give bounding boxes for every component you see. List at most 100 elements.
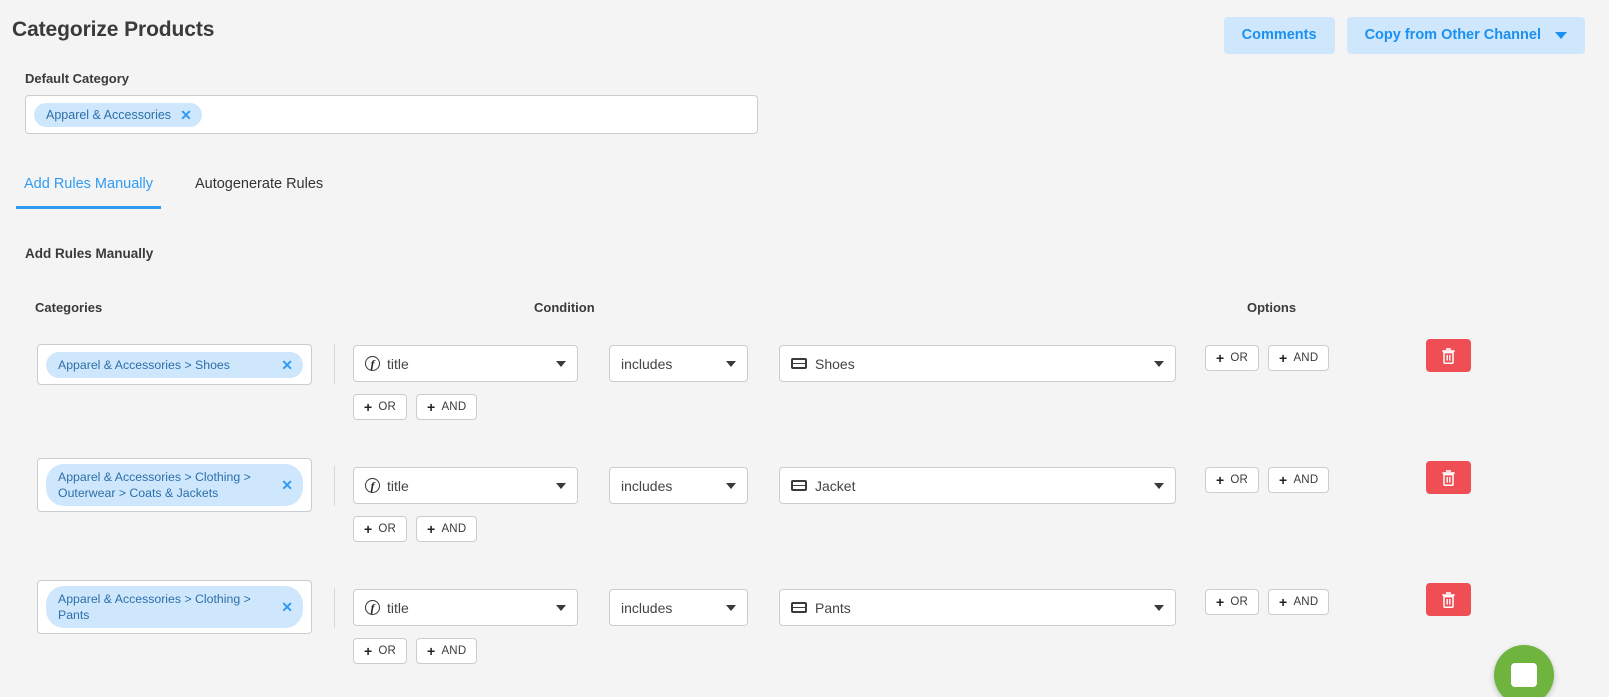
delete-rule-button[interactable] — [1426, 583, 1471, 616]
chat-launcher-button[interactable] — [1494, 645, 1554, 697]
rule-value-select[interactable]: Jacket — [779, 467, 1176, 504]
keyboard-icon — [791, 358, 807, 369]
trash-icon — [1442, 592, 1455, 608]
rule-category-chip[interactable]: Apparel & Accessories > Shoes ✕ — [46, 351, 303, 378]
plus-icon: + — [427, 521, 436, 537]
comments-button[interactable]: Comments — [1223, 17, 1335, 54]
column-divider — [334, 588, 335, 628]
rule-field-select[interactable]: f title — [353, 589, 578, 626]
column-header-condition: Condition — [534, 300, 595, 315]
rule-field-select[interactable]: f title — [353, 467, 578, 504]
table-row: Apparel & Accessories > Shoes ✕ f title … — [0, 336, 1609, 458]
close-icon[interactable]: ✕ — [281, 358, 293, 372]
chevron-down-icon — [556, 360, 566, 367]
column-divider — [334, 466, 335, 506]
chevron-down-icon — [1154, 360, 1164, 367]
add-or-button[interactable]: + OR — [353, 638, 408, 664]
rule-value-text: Shoes — [815, 355, 855, 372]
add-or-button[interactable]: + OR — [1205, 589, 1260, 615]
column-header-options: Options — [1247, 300, 1297, 315]
rule-operator-select[interactable]: includes — [609, 589, 748, 626]
add-or-label: OR — [1230, 352, 1249, 364]
chevron-down-icon — [556, 482, 566, 489]
table-row: Apparel & Accessories > Clothing > Pants… — [0, 580, 1609, 697]
tab-autogenerate-rules[interactable]: Autogenerate Rules — [187, 176, 331, 209]
rule-operator-value: includes — [621, 477, 673, 494]
keyboard-icon — [791, 480, 807, 491]
function-icon: f — [365, 600, 380, 615]
add-and-button[interactable]: + AND — [416, 516, 478, 542]
default-category-chip-label: Apparel & Accessories — [46, 107, 172, 122]
add-or-label: OR — [1230, 474, 1249, 486]
add-and-label: AND — [1293, 352, 1319, 364]
chat-bubble-icon — [1511, 663, 1537, 687]
keyboard-icon — [791, 602, 807, 613]
default-category-chip[interactable]: Apparel & Accessories ✕ — [34, 102, 202, 127]
rule-category-input[interactable]: Apparel & Accessories > Clothing > Outer… — [37, 458, 312, 512]
plus-icon: + — [427, 399, 436, 415]
add-or-label: OR — [378, 401, 397, 413]
add-or-button[interactable]: + OR — [1205, 467, 1260, 493]
trash-icon — [1442, 348, 1455, 364]
add-or-button[interactable]: + OR — [353, 394, 408, 420]
page-title: Categorize Products — [12, 18, 215, 41]
plus-icon: + — [364, 399, 373, 415]
add-and-button[interactable]: + AND — [1268, 345, 1330, 371]
add-and-button[interactable]: + AND — [1268, 589, 1330, 615]
comments-button-label: Comments — [1241, 27, 1317, 43]
add-and-button[interactable]: + AND — [416, 638, 478, 664]
rule-options-buttons: + OR + AND — [1205, 589, 1330, 615]
plus-icon: + — [364, 643, 373, 659]
table-row: Apparel & Accessories > Clothing > Outer… — [0, 458, 1609, 580]
chevron-down-icon — [1154, 604, 1164, 611]
add-or-button[interactable]: + OR — [353, 516, 408, 542]
plus-icon: + — [1279, 350, 1288, 366]
chevron-down-icon — [726, 482, 736, 489]
default-category-input[interactable]: Apparel & Accessories ✕ — [25, 95, 758, 134]
rule-category-chip[interactable]: Apparel & Accessories > Clothing > Pants… — [46, 586, 303, 628]
plus-icon: + — [427, 643, 436, 659]
tab-add-rules-manually[interactable]: Add Rules Manually — [16, 176, 161, 209]
add-or-button[interactable]: + OR — [1205, 345, 1260, 371]
add-and-button[interactable]: + AND — [1268, 467, 1330, 493]
rule-field-select[interactable]: f title — [353, 345, 578, 382]
plus-icon: + — [1279, 594, 1288, 610]
function-icon: f — [365, 478, 380, 493]
rule-operator-value: includes — [621, 599, 673, 616]
rule-value-select[interactable]: Shoes — [779, 345, 1176, 382]
rule-condition-add-buttons: + OR + AND — [353, 394, 478, 420]
add-or-label: OR — [378, 523, 397, 535]
rule-field-value: title — [387, 477, 409, 494]
copy-from-other-channel-label: Copy from Other Channel — [1364, 27, 1541, 43]
default-category-label: Default Category — [25, 71, 130, 86]
rule-category-chip-label: Apparel & Accessories > Clothing > Outer… — [58, 470, 251, 500]
close-icon[interactable]: ✕ — [180, 108, 192, 122]
add-and-label: AND — [1293, 474, 1319, 486]
rule-category-chip-label: Apparel & Accessories > Clothing > Pants — [58, 592, 251, 622]
delete-rule-button[interactable] — [1426, 339, 1471, 372]
rule-operator-select[interactable]: includes — [609, 345, 748, 382]
chevron-down-icon — [556, 604, 566, 611]
rule-value-select[interactable]: Pants — [779, 589, 1176, 626]
rule-category-chip[interactable]: Apparel & Accessories > Clothing > Outer… — [46, 464, 303, 506]
trash-icon — [1442, 470, 1455, 486]
add-and-button[interactable]: + AND — [416, 394, 478, 420]
close-icon[interactable]: ✕ — [281, 600, 293, 614]
rule-value-text: Jacket — [815, 477, 856, 494]
plus-icon: + — [1216, 472, 1225, 488]
close-icon[interactable]: ✕ — [281, 478, 293, 492]
add-and-label: AND — [441, 401, 467, 413]
rule-condition-add-buttons: + OR + AND — [353, 516, 478, 542]
rule-field-value: title — [387, 355, 409, 372]
categorize-products-page: Categorize Products Comments Copy from O… — [0, 0, 1609, 697]
add-or-label: OR — [1230, 596, 1249, 608]
plus-icon: + — [1279, 472, 1288, 488]
rule-options-buttons: + OR + AND — [1205, 345, 1330, 371]
chevron-down-icon — [1154, 482, 1164, 489]
rule-operator-select[interactable]: includes — [609, 467, 748, 504]
rule-category-input[interactable]: Apparel & Accessories > Shoes ✕ — [37, 344, 312, 385]
copy-from-other-channel-button[interactable]: Copy from Other Channel — [1346, 17, 1585, 54]
rule-operator-value: includes — [621, 355, 673, 372]
delete-rule-button[interactable] — [1426, 461, 1471, 494]
rule-category-input[interactable]: Apparel & Accessories > Clothing > Pants… — [37, 580, 312, 634]
